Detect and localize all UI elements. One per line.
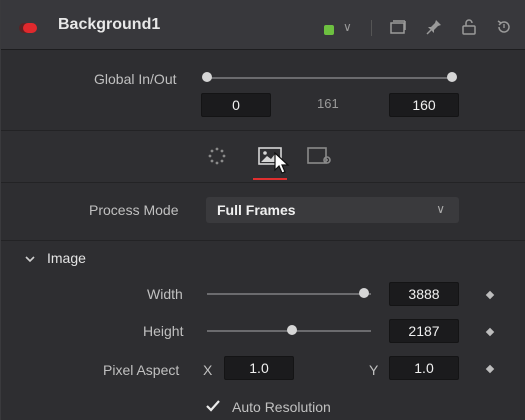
process-mode-dropdown[interactable]: Full Frames ∨ [206, 197, 459, 223]
global-out-field[interactable]: 160 [389, 93, 459, 117]
auto-resolution-checkbox[interactable] [205, 398, 221, 414]
display-tab-icon[interactable] [306, 145, 332, 167]
pixel-aspect-y-label: Y [369, 362, 379, 378]
global-inout-track[interactable] [207, 77, 453, 79]
global-inout-label: Global In/Out [94, 71, 177, 87]
image-section-title: Image [47, 250, 86, 266]
pixel-aspect-label: Pixel Aspect [103, 362, 180, 378]
settings-tab-icon[interactable] [204, 145, 230, 167]
collapse-icon[interactable] [389, 18, 407, 36]
height-slider-handle[interactable] [287, 325, 298, 335]
node-title: Background1 [58, 16, 161, 33]
inspector-panel: Background1 ∨ Global In/Out 0 161 160 Pr… [0, 0, 525, 420]
pixel-aspect-keyframe-icon[interactable] [485, 364, 495, 374]
reset-icon[interactable] [495, 18, 513, 36]
image-section-header[interactable]: Image [1, 240, 525, 274]
chevron-down-icon: ∨ [436, 202, 445, 216]
lock-icon[interactable] [460, 18, 478, 36]
pin-icon[interactable] [425, 18, 443, 36]
node-header: Background1 ∨ [1, 0, 525, 50]
active-tab-indicator [253, 178, 287, 180]
height-keyframe-icon[interactable] [485, 327, 495, 337]
collapse-chevron-icon[interactable] [25, 251, 35, 263]
pixel-aspect-x-label: X [203, 362, 213, 378]
global-in-handle[interactable] [202, 72, 212, 82]
record-icon[interactable] [23, 23, 37, 33]
global-out-handle[interactable] [447, 72, 457, 82]
height-label: Height [143, 323, 184, 339]
global-duration-value: 161 [317, 96, 339, 111]
pixel-aspect-x-field[interactable]: 1.0 [224, 356, 294, 380]
chevron-down-icon[interactable]: ∨ [343, 20, 352, 34]
width-field[interactable]: 3888 [389, 282, 459, 306]
pixel-aspect-y-field[interactable]: 1.0 [389, 356, 459, 380]
header-divider [371, 20, 372, 36]
height-field[interactable]: 2187 [389, 319, 459, 343]
width-keyframe-icon[interactable] [485, 290, 495, 300]
width-label: Width [147, 286, 183, 302]
process-mode-value: Full Frames [217, 202, 296, 218]
global-in-field[interactable]: 0 [201, 93, 271, 117]
process-mode-label: Process Mode [89, 202, 179, 218]
auto-resolution-label: Auto Resolution [232, 399, 331, 415]
mouse-cursor-icon [273, 151, 291, 176]
width-slider-track[interactable] [207, 293, 371, 295]
color-swatch[interactable] [324, 25, 334, 35]
width-slider-handle[interactable] [359, 288, 370, 298]
